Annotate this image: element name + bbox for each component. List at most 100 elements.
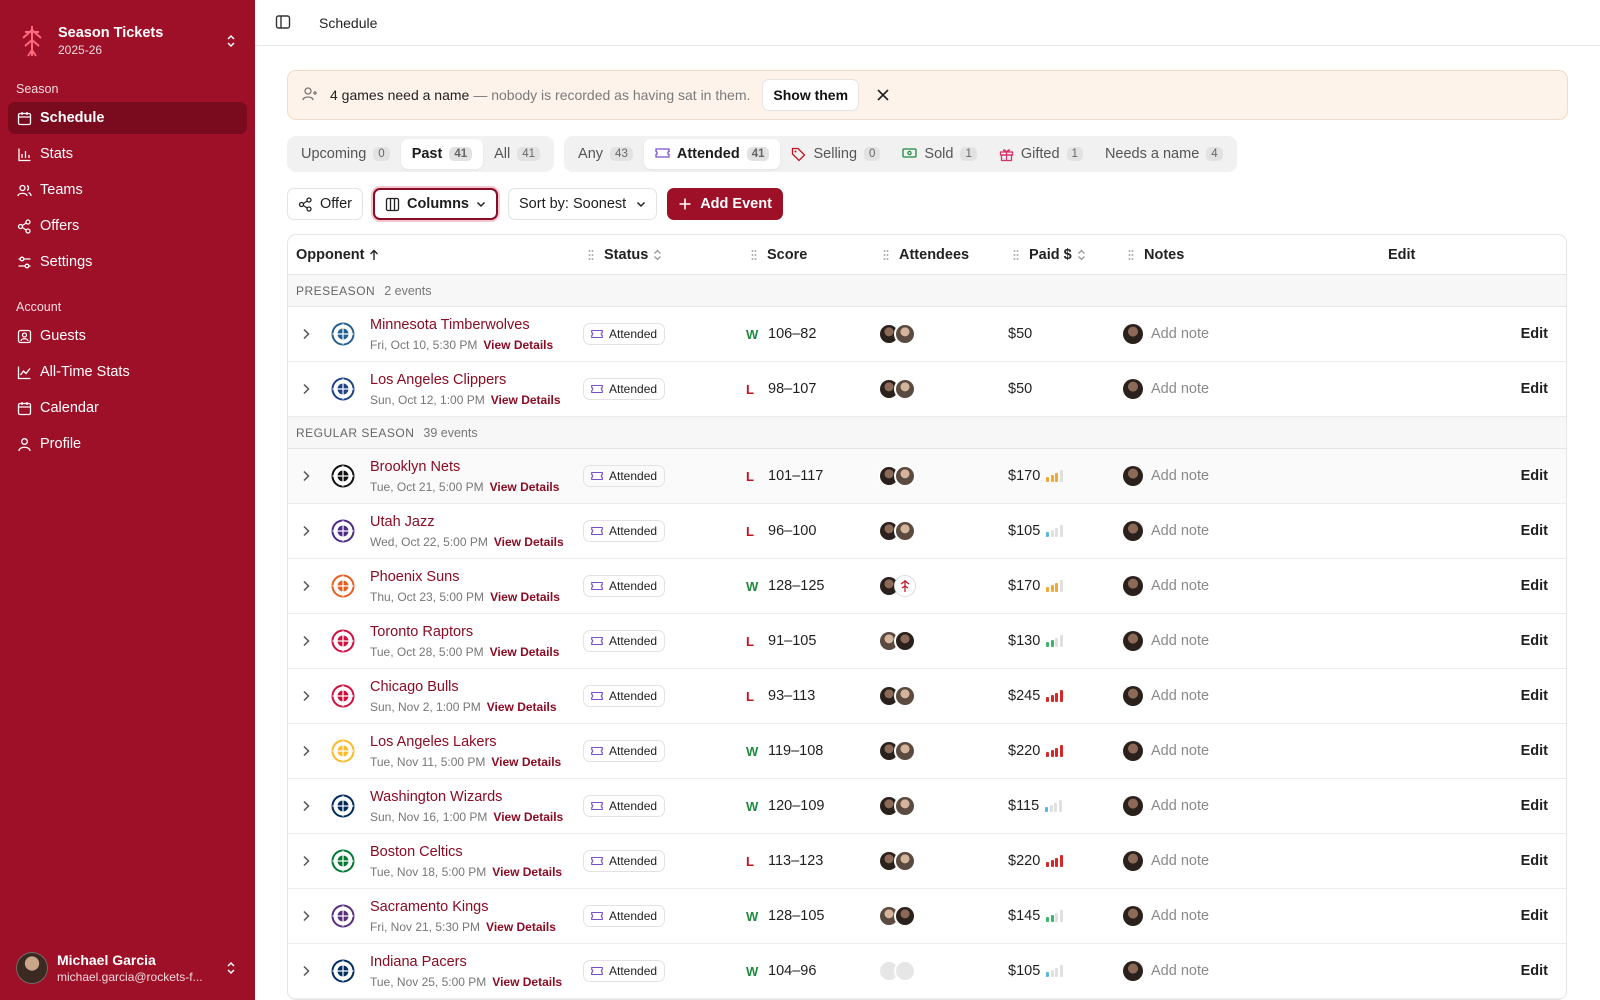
attendees-cell[interactable] [878, 740, 1008, 762]
attendees-cell[interactable] [878, 630, 1008, 652]
team-name-link[interactable]: Utah Jazz [370, 514, 564, 530]
offer-button[interactable]: Offer [287, 188, 363, 220]
notes-cell[interactable]: Add note [1123, 521, 1383, 541]
edit-button[interactable]: Edit [1383, 798, 1566, 814]
team-switcher[interactable]: Season Tickets 2025-26 [0, 0, 255, 66]
notes-cell[interactable]: Add note [1123, 851, 1383, 871]
header-score[interactable]: Score [751, 235, 883, 275]
sidebar-toggle-icon[interactable] [275, 14, 293, 32]
filter-status-attended[interactable]: Attended 41 [643, 139, 781, 169]
attendees-cell[interactable] [878, 465, 1008, 487]
team-name-link[interactable]: Sacramento Kings [370, 899, 556, 915]
team-name-link[interactable]: Boston Celtics [370, 844, 562, 860]
view-details-link[interactable]: View Details [492, 865, 562, 879]
sidebar-item-stats[interactable]: Stats [8, 138, 247, 170]
notes-cell[interactable]: Add note [1123, 631, 1383, 651]
sidebar-item-guests[interactable]: Guests [8, 320, 247, 352]
chevron-right-icon[interactable] [296, 324, 316, 344]
notes-cell[interactable]: Add note [1123, 379, 1383, 399]
filter-status-gifted[interactable]: Gifted 1 [988, 139, 1094, 169]
chevron-right-icon[interactable] [296, 521, 316, 541]
chevron-right-icon[interactable] [296, 576, 316, 596]
team-name-link[interactable]: Chicago Bulls [370, 679, 557, 695]
team-name-link[interactable]: Toronto Raptors [370, 624, 559, 640]
drag-handle-icon[interactable] [883, 249, 891, 261]
chevron-right-icon[interactable] [296, 686, 316, 706]
header-paid[interactable]: Paid $ [1013, 235, 1128, 275]
edit-button[interactable]: Edit [1383, 688, 1566, 704]
team-name-link[interactable]: Los Angeles Clippers [370, 372, 561, 388]
filter-status-any[interactable]: Any 43 [567, 139, 644, 169]
sidebar-item-teams[interactable]: Teams [8, 174, 247, 206]
filter-status-sold[interactable]: Sold 1 [891, 139, 987, 169]
view-details-link[interactable]: View Details [490, 590, 560, 604]
chevron-right-icon[interactable] [296, 796, 316, 816]
header-status[interactable]: Status [588, 235, 751, 275]
view-details-link[interactable]: View Details [492, 975, 562, 989]
view-details-link[interactable]: View Details [491, 755, 561, 769]
attendees-cell[interactable] [878, 960, 1008, 982]
filter-status-selling[interactable]: Selling 0 [780, 139, 891, 169]
team-name-link[interactable]: Phoenix Suns [370, 569, 560, 585]
sidebar-item-all-time-stats[interactable]: All-Time Stats [8, 356, 247, 388]
view-details-link[interactable]: View Details [483, 338, 553, 352]
chevron-right-icon[interactable] [296, 631, 316, 651]
team-name-link[interactable]: Indiana Pacers [370, 954, 562, 970]
attendees-cell[interactable] [878, 323, 1008, 345]
header-attendees[interactable]: Attendees [883, 235, 1013, 275]
notes-cell[interactable]: Add note [1123, 466, 1383, 486]
team-name-link[interactable]: Los Angeles Lakers [370, 734, 561, 750]
chevron-right-icon[interactable] [296, 906, 316, 926]
close-icon[interactable] [877, 88, 891, 102]
edit-button[interactable]: Edit [1383, 523, 1566, 539]
drag-handle-icon[interactable] [588, 249, 596, 261]
attendees-cell[interactable] [878, 520, 1008, 542]
chevron-right-icon[interactable] [296, 961, 316, 981]
notes-cell[interactable]: Add note [1123, 686, 1383, 706]
view-details-link[interactable]: View Details [490, 480, 560, 494]
add-event-button[interactable]: Add Event [667, 188, 783, 220]
edit-button[interactable]: Edit [1383, 326, 1566, 342]
notes-cell[interactable]: Add note [1123, 796, 1383, 816]
header-notes[interactable]: Notes [1128, 235, 1388, 275]
notes-cell[interactable]: Add note [1123, 741, 1383, 761]
filter-time-upcoming[interactable]: Upcoming 0 [290, 139, 401, 169]
view-details-link[interactable]: View Details [494, 535, 564, 549]
team-name-link[interactable]: Washington Wizards [370, 789, 563, 805]
chevron-right-icon[interactable] [296, 379, 316, 399]
edit-button[interactable]: Edit [1383, 743, 1566, 759]
notes-cell[interactable]: Add note [1123, 906, 1383, 926]
chevron-right-icon[interactable] [296, 466, 316, 486]
header-opponent[interactable]: Opponent [288, 235, 588, 275]
edit-button[interactable]: Edit [1383, 468, 1566, 484]
team-name-link[interactable]: Minnesota Timberwolves [370, 317, 553, 333]
filter-time-all[interactable]: All 41 [483, 139, 551, 169]
team-name-link[interactable]: Brooklyn Nets [370, 459, 559, 475]
attendees-cell[interactable] [878, 850, 1008, 872]
view-details-link[interactable]: View Details [491, 393, 561, 407]
attendees-cell[interactable] [878, 685, 1008, 707]
view-details-link[interactable]: View Details [490, 645, 560, 659]
drag-handle-icon[interactable] [1128, 249, 1136, 261]
notes-cell[interactable]: Add note [1123, 576, 1383, 596]
filter-time-past[interactable]: Past 41 [400, 139, 484, 169]
show-them-button[interactable]: Show them [762, 79, 860, 111]
attendees-cell[interactable] [878, 905, 1008, 927]
sort-dropdown[interactable]: Sort by: Soonest [508, 188, 658, 220]
filter-status-needs-a-name[interactable]: Needs a name 4 [1094, 139, 1234, 169]
attendees-cell[interactable] [878, 795, 1008, 817]
edit-button[interactable]: Edit [1383, 381, 1566, 397]
view-details-link[interactable]: View Details [487, 700, 557, 714]
chevron-right-icon[interactable] [296, 851, 316, 871]
notes-cell[interactable]: Add note [1123, 324, 1383, 344]
sidebar-item-calendar[interactable]: Calendar [8, 392, 247, 424]
edit-button[interactable]: Edit [1383, 633, 1566, 649]
sidebar-item-schedule[interactable]: Schedule [8, 102, 247, 134]
user-menu[interactable]: Michael Garcia michael.garcia@rockets-f.… [0, 936, 255, 1000]
view-details-link[interactable]: View Details [493, 810, 563, 824]
notes-cell[interactable]: Add note [1123, 961, 1383, 981]
edit-button[interactable]: Edit [1383, 853, 1566, 869]
edit-button[interactable]: Edit [1383, 578, 1566, 594]
sidebar-item-profile[interactable]: Profile [8, 428, 247, 460]
edit-button[interactable]: Edit [1383, 908, 1566, 924]
